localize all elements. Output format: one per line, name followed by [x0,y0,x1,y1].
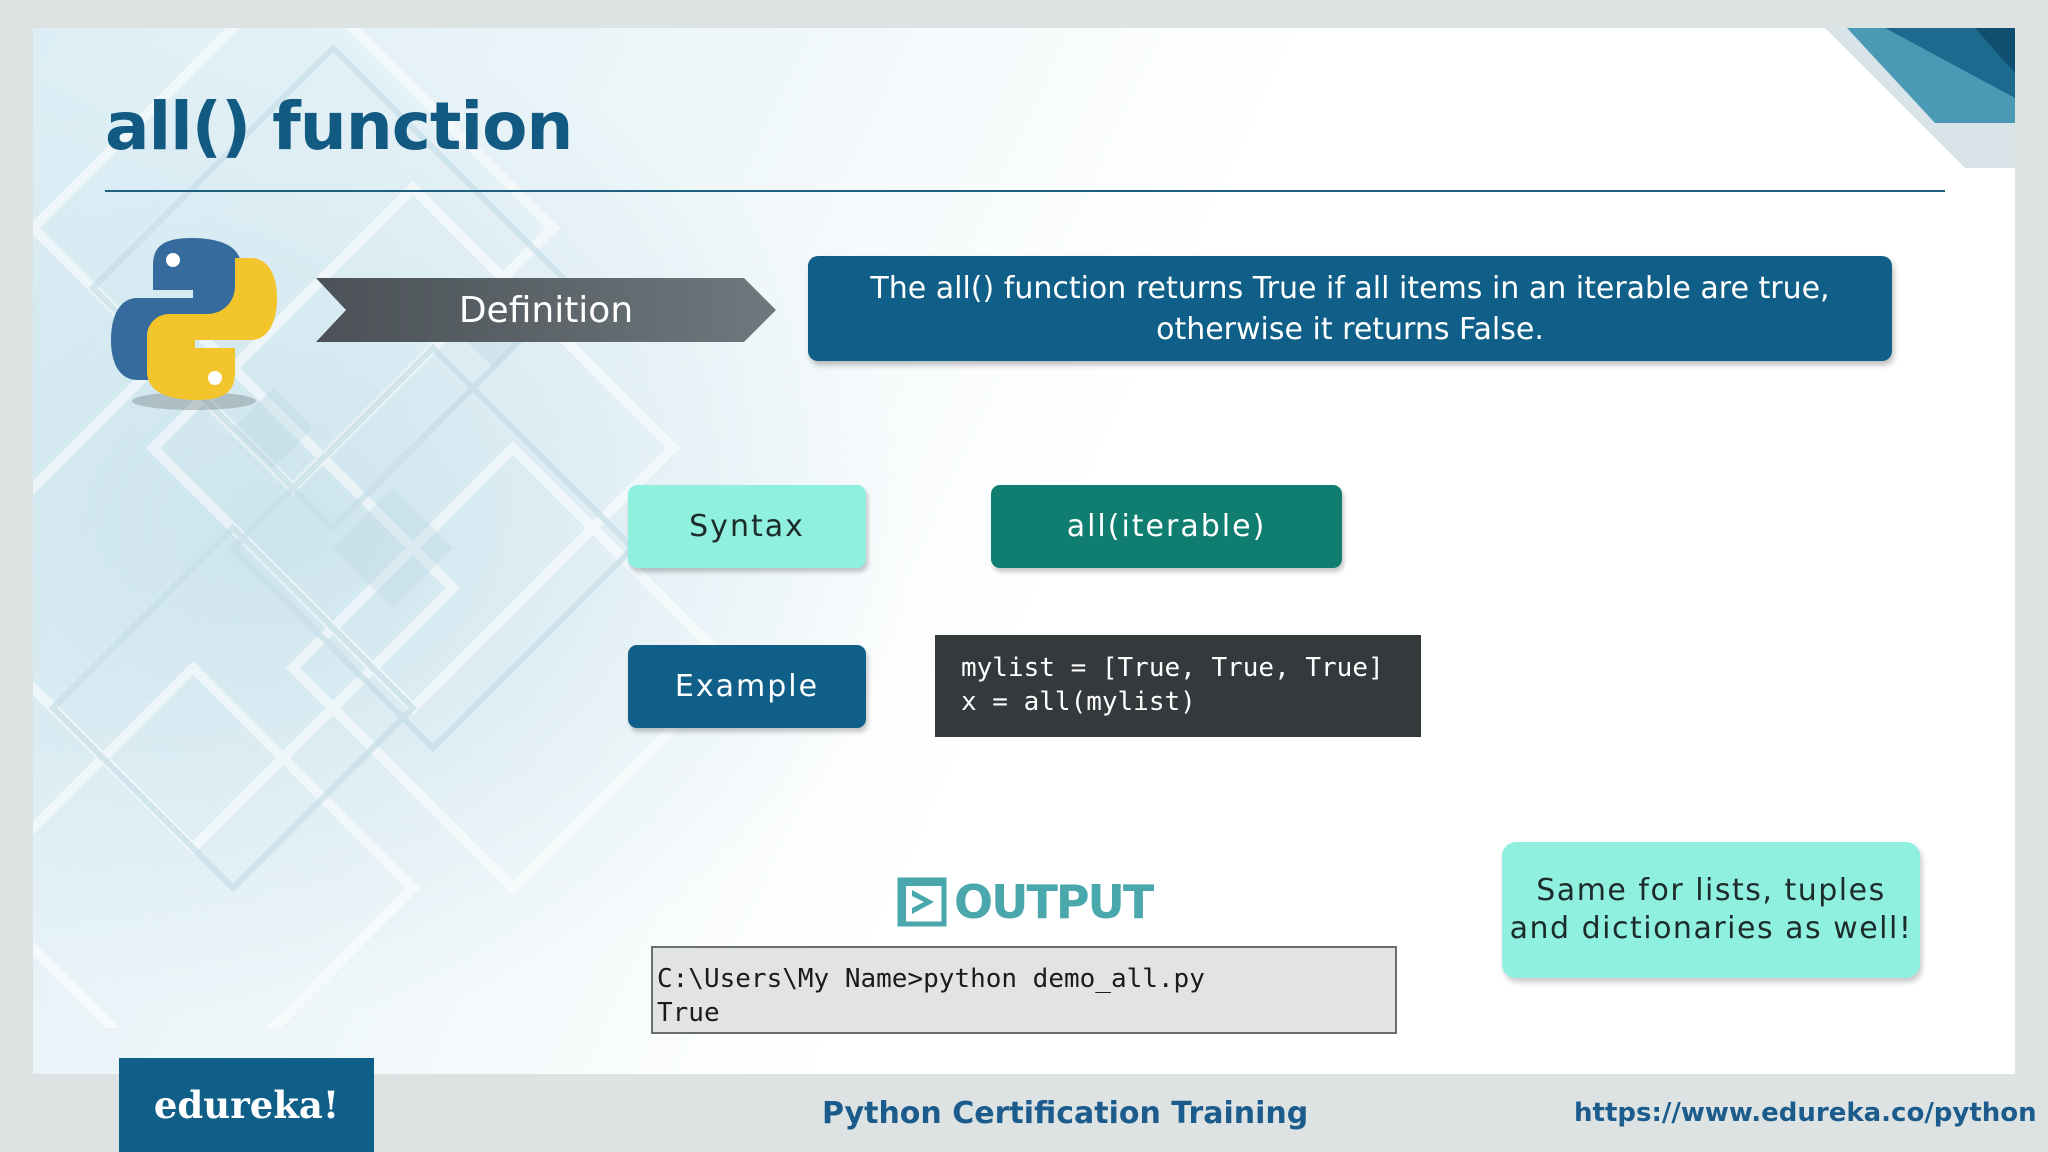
title-divider [105,190,1945,192]
page-title: all() function [105,88,573,165]
syntax-label: Syntax [628,485,866,568]
note-box: Same for lists, tuples and dictionaries … [1502,842,1920,978]
edureka-logo: edureka! [119,1058,374,1152]
example-code-block: mylist = [True, True, True] x = all(mylis… [935,635,1421,737]
definition-text-line: otherwise it returns False. [1156,311,1544,347]
footer-url-link[interactable]: https://www.edureka.co/python [1574,1098,2037,1128]
footer-course-title: Python Certification Training [822,1096,1309,1131]
definition-text-box: The all() function returns True if all i… [808,256,1892,361]
definition-label: Definition [316,278,776,342]
note-line: and dictionaries as well! [1509,911,1913,946]
corner-decoration [1825,28,2015,168]
syntax-code: all(iterable) [991,485,1342,568]
code-line: mylist = [True, True, True] [961,653,1384,683]
console-line: C:\Users\My Name>python demo_all.py [657,964,1205,994]
output-console: C:\Users\My Name>python demo_all.py True [651,946,1397,1034]
console-line: True [657,998,720,1028]
definition-text-line: The all() function returns True if all i… [870,270,1830,306]
note-line: Same for lists, tuples [1536,873,1886,908]
slide: all() function Definition The all() func… [33,28,2015,1074]
output-play-icon [897,877,947,927]
output-heading: OUTPUT [896,875,1154,929]
example-label: Example [628,645,866,728]
code-line: x = all(mylist) [961,687,1196,717]
output-label: OUTPUT [954,875,1154,929]
python-logo-icon [111,238,277,410]
